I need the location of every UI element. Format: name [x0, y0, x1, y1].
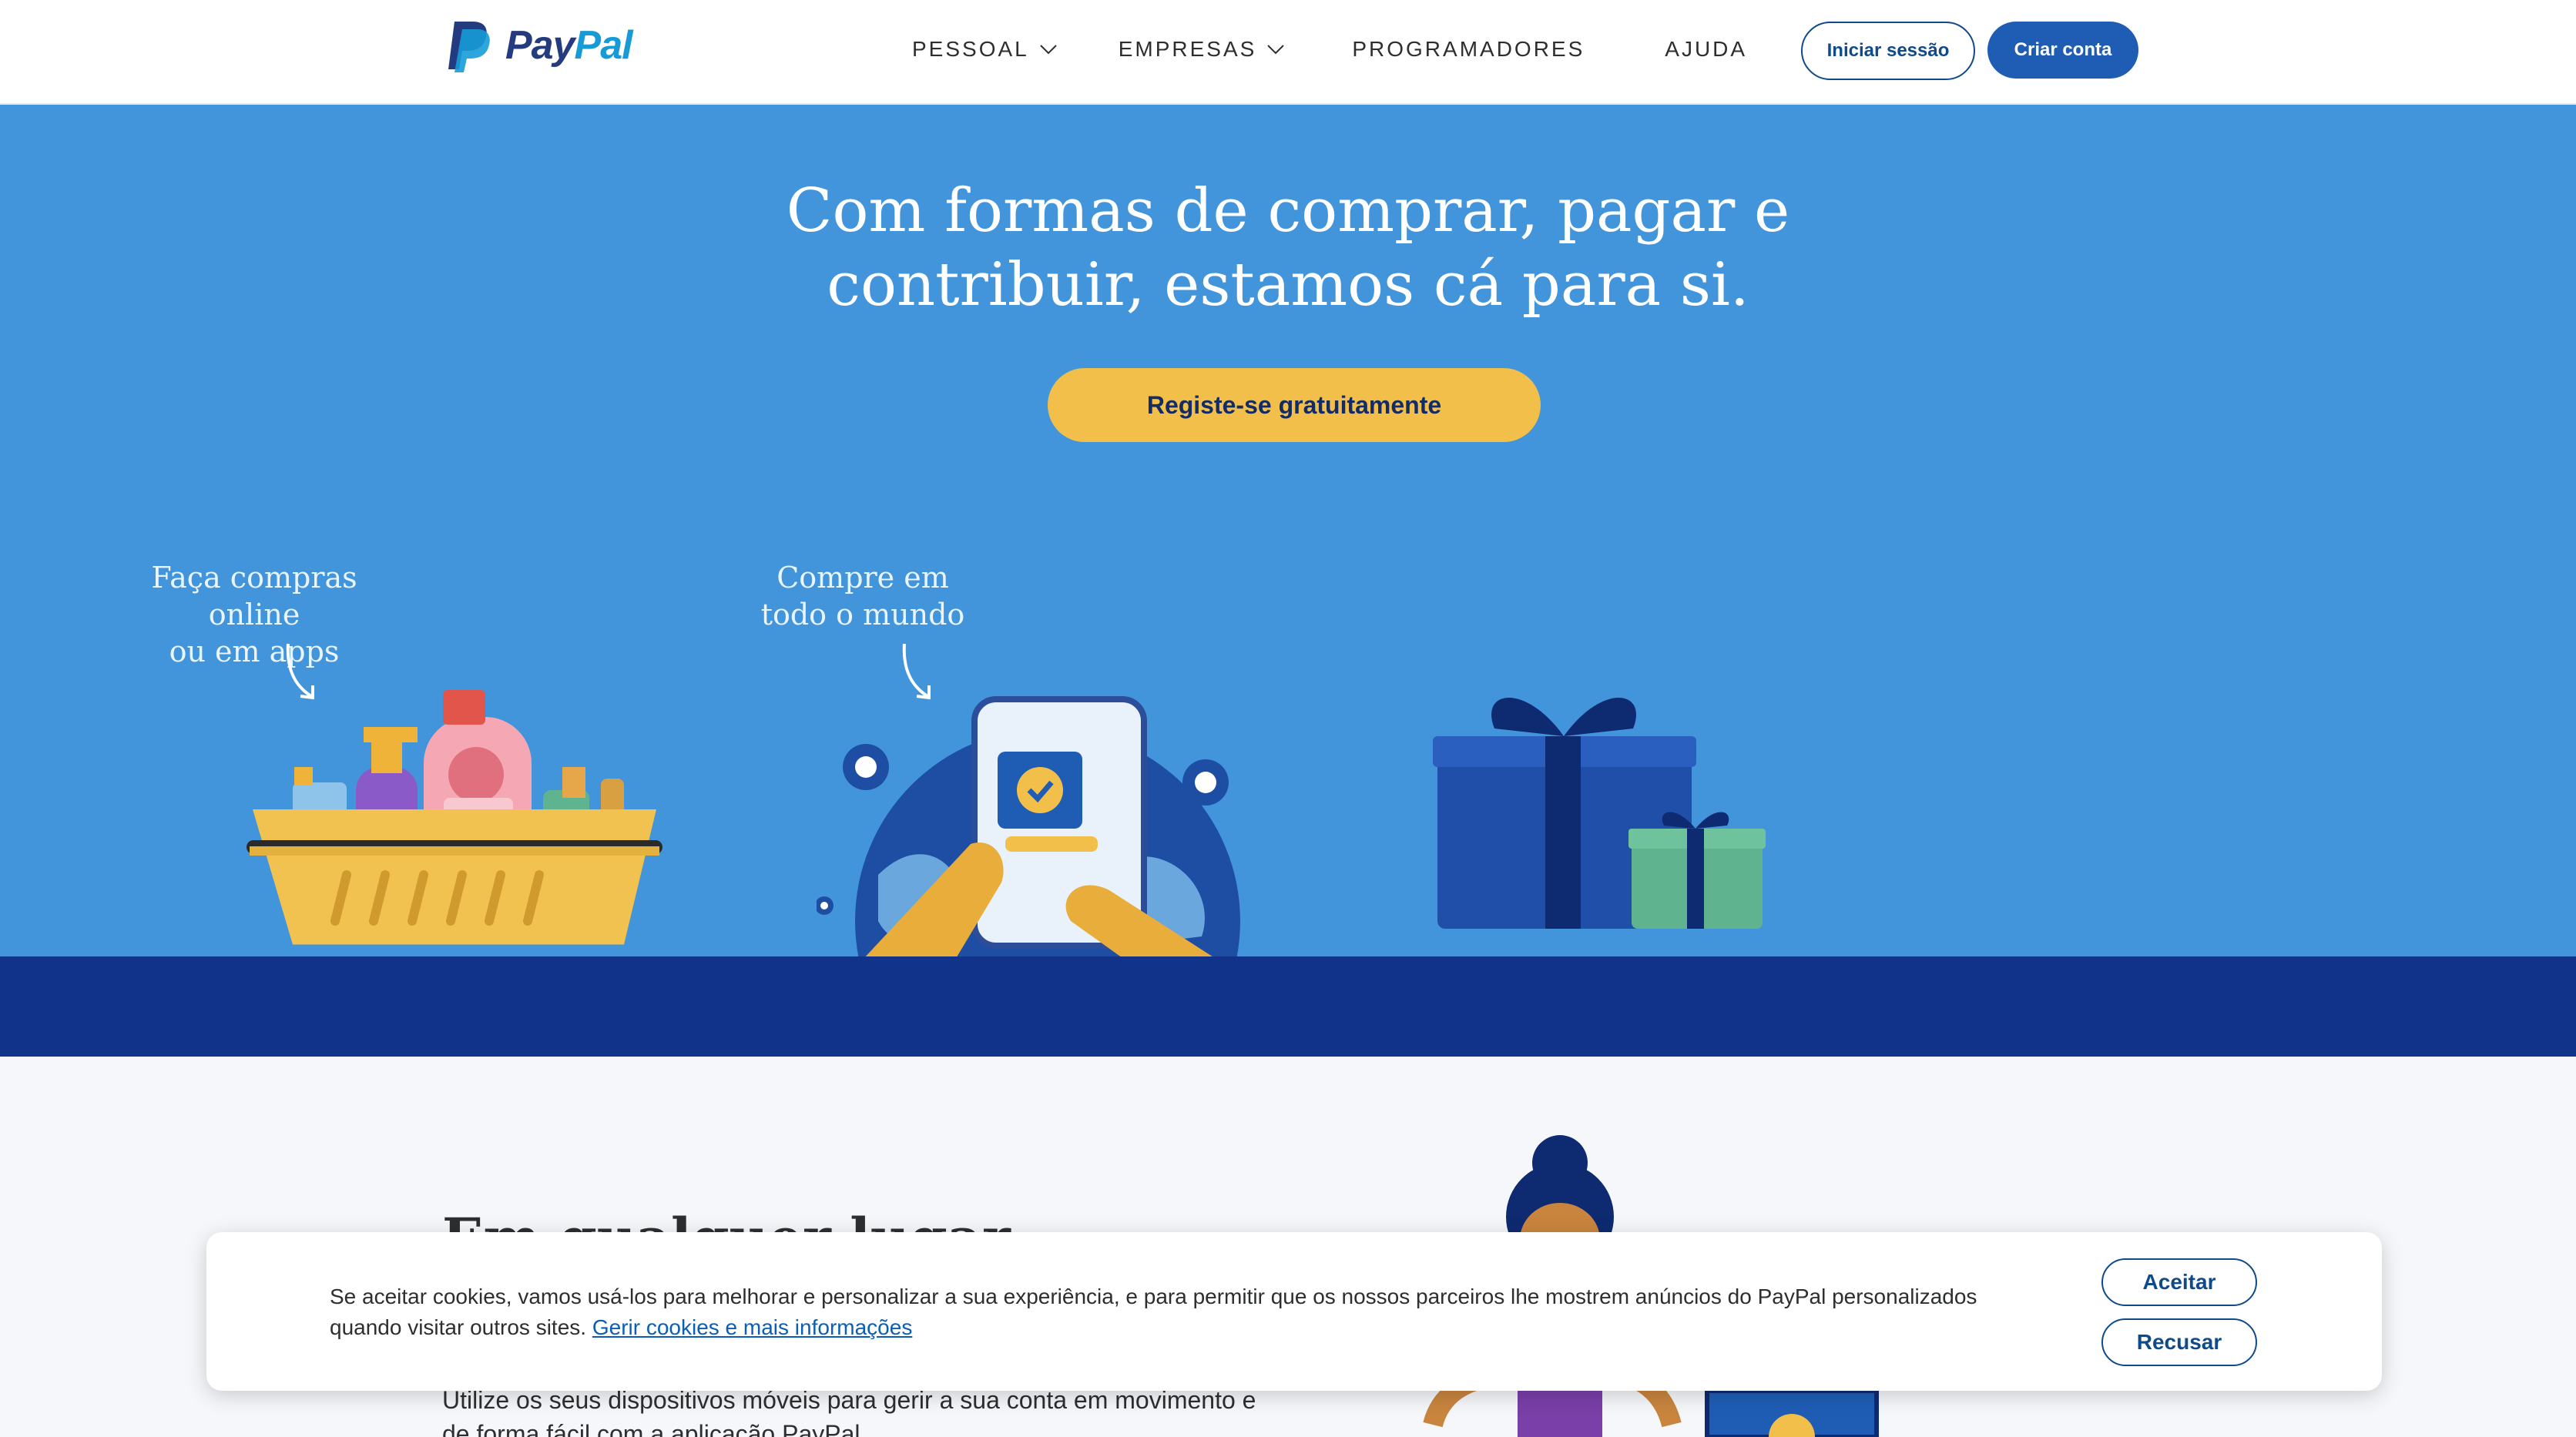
nav-pessoal[interactable]: PESSOAL — [912, 37, 1057, 62]
main-nav: PESSOAL EMPRESAS PROGRAMADORES AJUDA — [912, 37, 1747, 62]
paypal-logo[interactable]: PayPal — [447, 18, 633, 72]
register-free-button[interactable]: Registe-se gratuitamente — [1048, 368, 1541, 442]
nav-programadores[interactable]: PROGRAMADORES — [1352, 37, 1585, 62]
paypal-logo-icon — [448, 22, 490, 72]
accept-cookies-button[interactable]: Aceitar — [2101, 1258, 2257, 1306]
shopping-basket-illustration — [247, 690, 662, 945]
hero-floor-band — [0, 956, 2576, 1057]
site-header: PayPal PESSOAL EMPRESAS PROGRAMADORES AJ… — [0, 0, 2576, 105]
paypal-wordmark: PayPal — [505, 22, 633, 69]
cookie-message-line1: Se aceitar cookies, vamos usá-los para m… — [330, 1285, 1977, 1308]
globe-phone-illustration — [817, 696, 1240, 957]
cookie-message-line2-text: quando visitar outros sites. — [330, 1315, 587, 1339]
hero-title-line2: contribuir, estamos cá para si. — [827, 250, 1749, 320]
chevron-down-icon — [1040, 45, 1057, 55]
section-body-line2: de forma fácil com a aplicação PayPal. — [442, 1420, 867, 1437]
nav-empresas[interactable]: EMPRESAS — [1119, 37, 1285, 62]
signup-button[interactable]: Criar conta — [1987, 22, 2138, 79]
gift-boxes-illustration — [1433, 698, 1766, 929]
section-body: Utilize os seus dispositivos móveis para… — [442, 1383, 1290, 1437]
hero-title: Com formas de comprar, pagar e contribui… — [0, 174, 2576, 322]
hero-title-line1: Com formas de comprar, pagar e — [786, 176, 1790, 246]
caption-shop-line1: Faça compras online — [151, 561, 357, 631]
cookie-message-line2: quando visitar outros sites. Gerir cooki… — [330, 1312, 2179, 1343]
cookie-message: Se aceitar cookies, vamos usá-los para m… — [330, 1281, 2179, 1343]
manage-cookies-link[interactable]: Gerir cookies e mais informações — [592, 1315, 912, 1339]
chevron-down-icon — [1267, 45, 1285, 55]
caption-world-line1: Compre em — [776, 561, 949, 595]
wordmark-pay: Pay — [505, 23, 575, 68]
nav-empresas-label: EMPRESAS — [1118, 37, 1257, 61]
nav-ajuda[interactable]: AJUDA — [1665, 37, 1747, 62]
nav-programadores-label: PROGRAMADORES — [1352, 37, 1585, 61]
login-button[interactable]: Iniciar sessão — [1801, 22, 1975, 80]
cookie-banner: Se aceitar cookies, vamos usá-los para m… — [206, 1232, 2382, 1391]
caption-world-line2: todo o mundo — [760, 598, 965, 631]
decline-cookies-button[interactable]: Recusar — [2101, 1318, 2257, 1366]
hero-section: Com formas de comprar, pagar e contribui… — [0, 105, 2576, 957]
nav-pessoal-label: PESSOAL — [912, 37, 1029, 61]
wordmark-pal: Pal — [574, 23, 633, 68]
caption-shop-worldwide: Compre em todo o mundo — [724, 559, 1001, 633]
nav-ajuda-label: AJUDA — [1665, 37, 1748, 61]
